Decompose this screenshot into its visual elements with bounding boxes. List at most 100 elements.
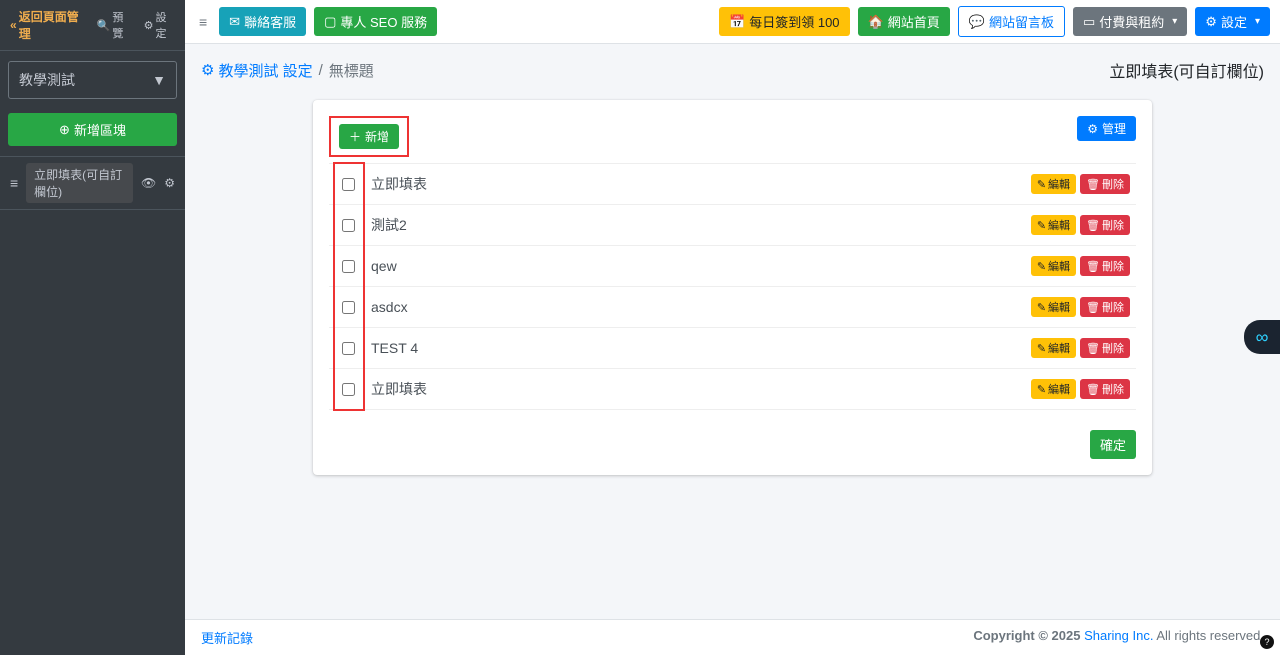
search-icon: 🔍 [97,19,111,32]
delete-button[interactable]: 🗑刪除 [1080,174,1130,194]
row-name: TEST 4 [371,340,1021,356]
billing-dropdown[interactable]: ▭ 付費與租約 [1073,7,1187,36]
pencil-icon: ✎ [1037,260,1046,273]
trash-icon: 🗑 [1086,383,1100,396]
eye-icon[interactable]: 👁 [141,176,156,190]
row-checkbox[interactable] [342,178,355,191]
row-checkbox[interactable] [342,219,355,232]
checkin-button[interactable]: 📅 每日簽到領 100 [719,7,850,36]
form-panel: ＋ 新增 ⚙ 管理 立即填表✎編輯🗑刪除測試2✎編輯🗑刪除qew✎編輯🗑刪除as… [313,100,1152,475]
rights-text: All rights reserved. [1156,628,1264,643]
preview-label: 預覽 [112,9,131,41]
corner-badge[interactable]: ? [1260,635,1274,649]
delete-label: 刪除 [1102,217,1124,233]
line-icon: ▢ [324,14,336,30]
menu-toggle-icon[interactable]: ≡ [195,10,211,34]
brand-link[interactable]: Sharing Inc. [1084,628,1153,643]
block-chip[interactable]: 立即填表(可自訂欄位) [26,163,133,203]
back-to-pages-link[interactable]: « 返回頁面管理 [10,8,85,42]
settings-dropdown[interactable]: ⚙ 設定 [1195,7,1270,36]
delete-button[interactable]: 🗑刪除 [1080,338,1130,358]
back-label: 返回頁面管理 [19,8,85,42]
plus-circle-icon: ⊕ [59,122,70,138]
drag-handle-icon[interactable]: ≡ [10,175,18,191]
edit-button[interactable]: ✎編輯 [1031,174,1076,194]
main: ≡ ✉ 聯絡客服 ▢ 專人 SEO 服務 📅 每日簽到領 100 🏠 網站首頁 … [185,0,1280,655]
row-checkbox[interactable] [342,301,355,314]
trash-icon: 🗑 [1086,342,1100,355]
row-name: 立即填表 [371,174,1021,194]
trash-icon: 🗑 [1086,260,1100,273]
row-name: qew [371,258,1021,274]
delete-label: 刪除 [1102,176,1124,192]
sidebar-block-item: ≡ 立即填表(可自訂欄位) 👁 ⚙ [0,156,185,210]
pencil-icon: ✎ [1037,178,1046,191]
row-checkbox[interactable] [342,383,355,396]
sidebar-settings-link[interactable]: ⚙ 設定 [144,9,175,41]
delete-button[interactable]: 🗑刪除 [1080,379,1130,399]
trash-icon: 🗑 [1086,178,1100,191]
panel-toolbar: ＋ 新增 ⚙ 管理 [329,116,1136,157]
table-row: 立即填表✎編輯🗑刪除 [329,164,1136,205]
delete-label: 刪除 [1102,381,1124,397]
gear-icon: ⚙ [1205,14,1217,30]
credit-card-icon: ▭ [1083,14,1095,30]
breadcrumb-row: ⚙ 教學測試 設定 / 無標題 立即填表(可自訂欄位) [185,44,1280,90]
guestbook-button[interactable]: 💬 網站留言板 [958,6,1065,37]
row-name: asdcx [371,299,1021,315]
checkin-label: 每日簽到領 100 [749,12,839,31]
pencil-icon: ✎ [1037,219,1046,232]
manage-button[interactable]: ⚙ 管理 [1077,116,1136,141]
site-selector[interactable]: 教學測試 ▼ [8,61,177,99]
home-icon: 🏠 [868,14,884,30]
table-row: 測試2✎編輯🗑刪除 [329,205,1136,246]
breadcrumb-separator: / [319,62,323,79]
add-button[interactable]: ＋ 新增 [339,124,399,149]
plus-icon: ＋ [349,128,361,145]
edit-button[interactable]: ✎編輯 [1031,297,1076,317]
calendar-icon: 📅 [729,14,745,30]
edit-button[interactable]: ✎編輯 [1031,379,1076,399]
chevron-double-left-icon: « [10,18,17,32]
pencil-icon: ✎ [1037,342,1046,355]
table-row: asdcx ✎編輯🗑刪除 [329,287,1136,328]
delete-button[interactable]: 🗑刪除 [1080,256,1130,276]
edit-label: 編輯 [1048,217,1070,233]
edit-button[interactable]: ✎編輯 [1031,338,1076,358]
comment-icon: 💬 [969,14,985,30]
page-footer: 更新記錄 Copyright © 2025 Sharing Inc. All r… [185,619,1280,655]
list-wrap: 立即填表✎編輯🗑刪除測試2✎編輯🗑刪除qew✎編輯🗑刪除asdcx✎編輯🗑刪除T… [329,163,1136,410]
delete-button[interactable]: 🗑刪除 [1080,215,1130,235]
contact-button[interactable]: ✉ 聯絡客服 [219,7,306,36]
table-row: 立即填表✎編輯🗑刪除 [329,369,1136,410]
edit-button[interactable]: ✎編輯 [1031,256,1076,276]
add-block-button[interactable]: ⊕ 新增區塊 [8,113,177,146]
add-highlight-box: ＋ 新增 [329,116,409,157]
confirm-button[interactable]: 確定 [1090,430,1136,459]
floating-help-button[interactable]: ∞ [1244,320,1280,354]
row-checkbox[interactable] [342,260,355,273]
pencil-icon: ✎ [1037,301,1046,314]
site-name: 教學測試 [19,70,75,90]
billing-label: 付費與租約 [1099,12,1164,31]
copyright: Copyright © 2025 Sharing Inc. All rights… [973,628,1264,647]
gear-icon[interactable]: ⚙ [164,176,175,190]
sidebar-settings-label: 設定 [156,9,175,41]
preview-link[interactable]: 🔍 預覽 [97,9,132,41]
edit-label: 編輯 [1048,258,1070,274]
row-checkbox[interactable] [342,342,355,355]
gear-icon: ⚙ [1087,122,1098,136]
site-home-button[interactable]: 🏠 網站首頁 [858,7,950,36]
seo-button[interactable]: ▢ 專人 SEO 服務 [314,7,437,36]
breadcrumb-root-link[interactable]: ⚙ 教學測試 設定 [201,60,313,81]
guestbook-label: 網站留言板 [989,12,1054,31]
settings-label: 設定 [1221,12,1247,31]
manage-label: 管理 [1102,120,1126,137]
infinity-icon: ∞ [1256,327,1269,348]
copyright-pre: Copyright © 2025 [973,628,1084,643]
seo-label: 專人 SEO 服務 [340,12,427,31]
edit-button[interactable]: ✎編輯 [1031,215,1076,235]
changelog-link[interactable]: 更新記錄 [201,628,253,647]
delete-button[interactable]: 🗑刪除 [1080,297,1130,317]
add-block-label: 新增區塊 [74,120,126,139]
